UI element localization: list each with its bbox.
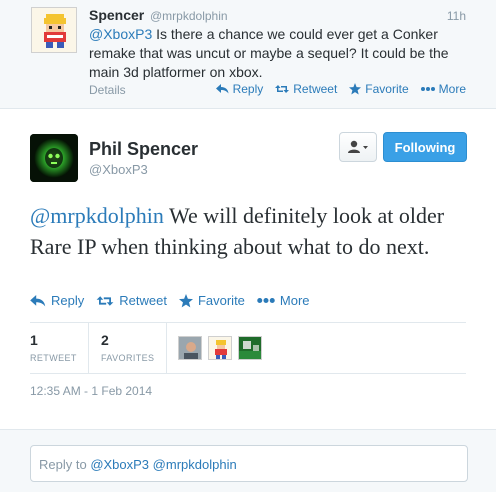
reply-label: Reply [232,82,264,96]
favoriter-avatar[interactable] [208,336,232,360]
reply-button[interactable]: Reply [215,82,264,96]
retweet-icon [275,85,290,93]
star-icon [178,293,193,307]
mention-link[interactable]: @XboxP3 [89,26,152,42]
reply-mention: @mrpkdolphin [152,457,237,472]
reply-prefix: Reply to [39,457,91,472]
favorite-count-value: 2 [101,332,109,348]
author-handle[interactable]: @XboxP3 [89,162,148,177]
retweet-count-label: RETWEET [30,353,77,363]
user-actions-button[interactable] [339,132,377,162]
tweet-text: @mrpkdolphin We will definitely look at … [30,200,470,262]
more-button[interactable]: More [420,82,466,96]
reply-label: Reply [51,293,85,308]
pixel-avatar-icon [209,337,231,359]
favorite-count-label: FAVORITES [101,353,155,363]
retweet-icon [96,295,114,306]
favoriter-avatar[interactable] [178,336,202,360]
favorite-label: Favorite [365,82,409,96]
details-link[interactable]: Details [89,83,126,97]
retweet-label: Retweet [293,82,338,96]
more-label: More [438,82,466,96]
author-handle[interactable]: @mrpkdolphin [150,9,228,23]
mention-link[interactable]: @mrpkdolphin [30,203,164,228]
favorite-label: Favorite [197,293,245,308]
person-photo-icon [179,337,201,359]
user-dropdown-icon [348,140,368,153]
retweet-button[interactable]: Retweet [96,293,167,308]
glowing-skull-avatar-icon [30,134,78,182]
reply-input[interactable]: Reply to @XboxP3 @mrpkdolphin [30,445,468,482]
reply-button[interactable]: Reply [30,293,84,308]
retweet-label: Retweet [119,293,167,308]
pixel-avatar-icon [32,8,76,52]
author-name[interactable]: Spencer [89,7,144,23]
retweet-button[interactable]: Retweet [275,82,337,96]
favoriter-avatar[interactable] [238,336,262,360]
green-photo-icon [239,337,261,359]
tweet-time[interactable]: 11h [447,9,466,23]
reply-mention: @XboxP3 [90,457,150,472]
retweet-count[interactable]: 1 RETWEET [30,332,77,363]
stat-divider [88,323,89,374]
author-name[interactable]: Phil Spencer [89,139,198,160]
more-dots-icon [420,87,435,91]
following-button[interactable]: Following [383,132,467,162]
favorite-button[interactable]: Favorite [349,82,409,96]
retweet-count-value: 1 [30,332,38,348]
favorite-button[interactable]: Favorite [178,293,245,308]
reply-icon [30,294,46,306]
more-label: More [279,293,310,308]
reply-composer: Reply to @XboxP3 @mrpkdolphin [0,429,496,492]
more-button[interactable]: More [257,293,310,308]
tweet-actions: Reply Retweet Favorite More [215,82,466,96]
avatar[interactable] [30,134,78,182]
parent-tweet: Spencer @mrpkdolphin 11h @XboxP3 Is ther… [0,0,496,109]
tweet-text: @XboxP3 Is there a chance we could ever … [89,25,469,82]
tweet-stats: 1 RETWEET 2 FAVORITES [30,322,466,374]
reply-icon [215,84,229,94]
stat-divider [166,323,167,374]
avatar[interactable] [31,7,77,53]
tweet-timestamp[interactable]: 12:35 AM - 1 Feb 2014 [30,384,152,398]
favorite-count[interactable]: 2 FAVORITES [101,332,154,363]
star-icon [349,83,362,95]
tweet-actions: Reply Retweet Favorite More [30,293,310,308]
more-dots-icon [257,298,275,303]
